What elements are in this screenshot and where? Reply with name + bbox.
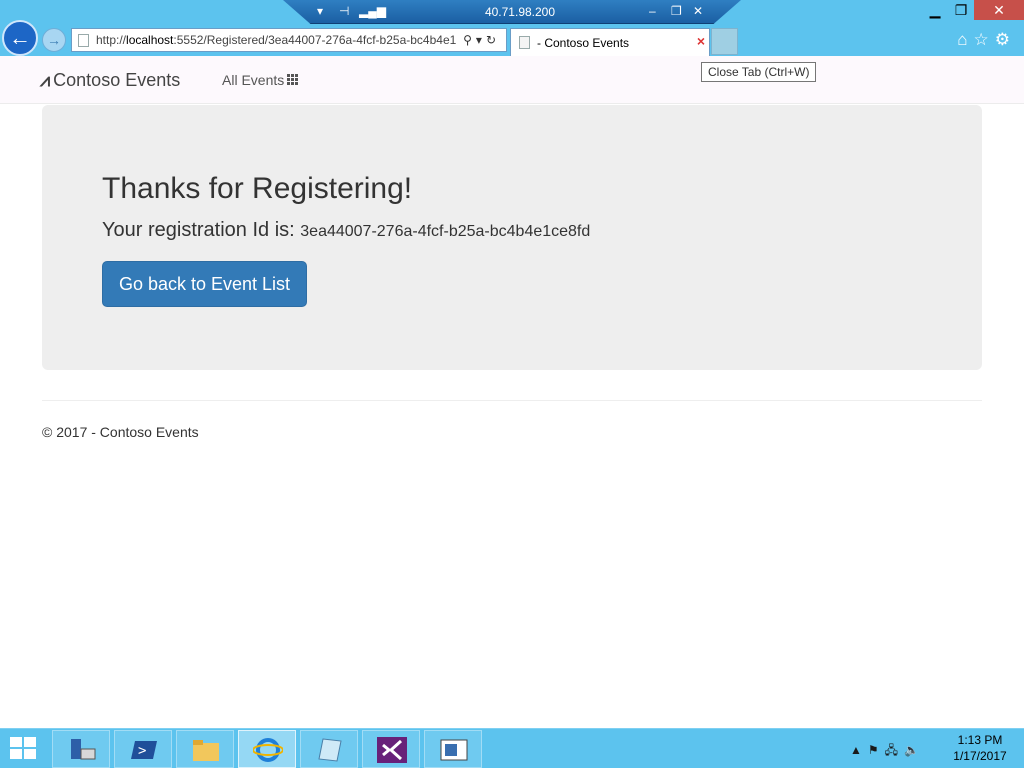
svg-text:>: > xyxy=(138,743,146,759)
rdp-ip: 40.71.98.200 xyxy=(484,5,556,19)
home-icon[interactable]: ⌂ xyxy=(957,30,973,49)
page-title: Thanks for Registering! xyxy=(102,172,413,205)
address-bar[interactable]: http://localhost:5552/Registered/3ea4400… xyxy=(71,28,507,52)
url-scheme: http:// xyxy=(96,33,127,47)
url-path: :5552/Registered/3ea44007-276a-4fcf-b25a… xyxy=(173,33,456,47)
internet-explorer-icon[interactable] xyxy=(238,730,296,768)
start-button[interactable] xyxy=(10,737,38,761)
confirmation-panel: Thanks for Registering! Your registratio… xyxy=(42,105,982,370)
page-icon xyxy=(78,34,89,47)
powershell-icon[interactable]: > xyxy=(114,730,172,768)
tab-title: - Contoso Events xyxy=(537,36,630,50)
action-center-flag-icon[interactable]: ⚑ xyxy=(868,743,885,757)
nav-all-events[interactable]: All Events xyxy=(222,72,300,88)
clock-time: 1:13 PM xyxy=(957,733,1003,747)
close-tab-tooltip: Close Tab (Ctrl+W) xyxy=(701,62,817,82)
windows-taskbar: > ▲⚑🖧🔈 1:13 PM 1/17/2017 xyxy=(0,728,1024,768)
new-tab-button[interactable] xyxy=(711,28,738,55)
show-hidden-icons-icon[interactable]: ▲ xyxy=(850,743,868,757)
settings-gear-icon[interactable]: ⚙ xyxy=(995,30,1016,49)
registration-id-line: Your registration Id is: 3ea44007-276a-4… xyxy=(102,219,590,242)
road-icon: ⩘ xyxy=(40,70,51,90)
start-windows-icon xyxy=(10,737,22,747)
rdp-close-icon[interactable]: ✕ xyxy=(693,4,703,18)
system-tray: ▲⚑🖧🔈 xyxy=(850,741,925,762)
browser-chrome: ▾ ⊣ ▂▄▆ 40.71.98.200 – ❐ ✕ ▁ ❐ ✕ ← → htt… xyxy=(0,0,1024,56)
favorites-star-icon[interactable]: ☆ xyxy=(974,30,995,49)
signal-icon: ▂▄▆ xyxy=(359,4,386,18)
visual-studio-icon[interactable] xyxy=(362,730,420,768)
grid-icon xyxy=(287,74,300,86)
url-text[interactable]: http://localhost:5552/Registered/3ea4400… xyxy=(96,29,456,51)
registration-id-value: 3ea44007-276a-4fcf-b25a-bc4b4e1ce8fd xyxy=(300,223,591,240)
brand-text: Contoso Events xyxy=(53,70,181,90)
dropdown-icon[interactable]: ▾ xyxy=(317,4,323,18)
forward-button[interactable]: → xyxy=(42,28,66,52)
registration-id-label: Your registration Id is: xyxy=(102,219,295,241)
pin-icon[interactable]: ⊣ xyxy=(339,4,349,18)
search-icon[interactable]: ⚲ xyxy=(463,33,476,47)
volume-icon[interactable]: 🔈 xyxy=(904,743,925,757)
rdp-minimize-icon[interactable]: – xyxy=(649,4,656,18)
back-arrow-icon: ← xyxy=(9,25,31,50)
window-restore-button[interactable]: ❐ xyxy=(948,0,974,20)
footer-divider xyxy=(42,400,982,401)
forward-arrow-icon: → xyxy=(47,32,61,48)
back-button[interactable]: ← xyxy=(2,20,38,56)
brand-link[interactable]: ⩘ Contoso Events xyxy=(40,70,180,91)
remote-desktop-bar: ▾ ⊣ ▂▄▆ 40.71.98.200 – ❐ ✕ xyxy=(283,0,741,24)
server-manager-icon[interactable] xyxy=(52,730,110,768)
site-navbar: ⩘ Contoso Events All Events xyxy=(0,56,1024,104)
system-clock[interactable]: 1:13 PM 1/17/2017 xyxy=(948,732,1012,764)
file-explorer-icon[interactable] xyxy=(176,730,234,768)
start-windows-icon xyxy=(24,737,36,747)
remote-desktop-icon[interactable] xyxy=(424,730,482,768)
url-host: localhost xyxy=(126,33,174,47)
start-windows-icon xyxy=(24,749,36,759)
rdp-restore-icon[interactable]: ❐ xyxy=(671,4,682,18)
network-icon[interactable]: 🖧 xyxy=(885,743,904,757)
nav-all-events-label: All Events xyxy=(222,72,285,88)
footer-copyright: © 2017 - Contoso Events xyxy=(42,424,199,440)
start-windows-icon xyxy=(10,749,22,759)
tab-contoso-events[interactable]: - Contoso Events × xyxy=(510,28,710,56)
tab-page-icon xyxy=(519,36,530,49)
back-to-event-list-button[interactable]: Go back to Event List xyxy=(102,261,307,307)
window-minimize-button[interactable]: ▁ xyxy=(922,0,948,20)
notepad-icon[interactable] xyxy=(300,730,358,768)
tab-close-icon[interactable]: × xyxy=(697,33,705,49)
refresh-icon[interactable]: ↻ xyxy=(486,33,500,47)
dropdown-arrow-icon[interactable]: ▾ xyxy=(476,33,486,47)
window-close-button[interactable]: ✕ xyxy=(974,0,1024,20)
clock-date: 1/17/2017 xyxy=(953,749,1007,763)
